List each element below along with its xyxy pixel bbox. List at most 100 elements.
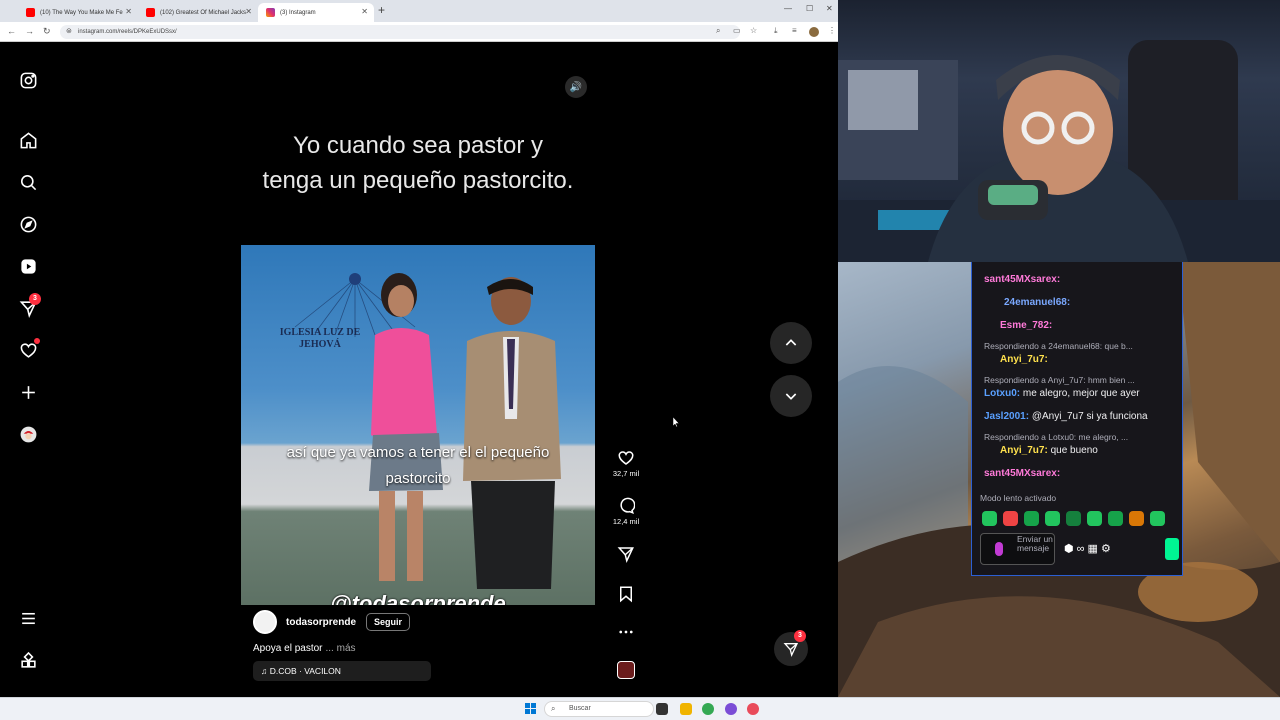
webcam-scene: [838, 40, 1280, 262]
messages-icon: [783, 643, 799, 657]
like-action[interactable]: 32,7 mil: [606, 449, 646, 478]
profile-avatar[interactable]: [17, 423, 39, 445]
volume-icon[interactable]: 🔊: [565, 76, 587, 98]
emote-icon[interactable]: [1003, 511, 1018, 526]
cast-icon[interactable]: ▭: [733, 26, 741, 35]
tab-youtube-2[interactable]: (102) Greatest Of Michael Jacks ✕: [138, 3, 258, 22]
emote-icon[interactable]: [1045, 511, 1060, 526]
messages-fab[interactable]: 3: [774, 630, 808, 666]
heart-icon[interactable]: [617, 449, 635, 467]
watermark: @todasorprende: [330, 591, 506, 605]
notifications-heart-icon[interactable]: [17, 338, 40, 361]
emote-icon[interactable]: [1150, 511, 1165, 526]
emote-icon[interactable]: [1087, 511, 1102, 526]
emote-icon[interactable]: [1129, 511, 1144, 526]
tab-title: (3) Instagram: [280, 9, 316, 16]
chat-input-placeholder: Enviar un mensaje: [1017, 534, 1053, 553]
chrome-icon[interactable]: [702, 703, 714, 715]
emote-icon[interactable]: [1066, 511, 1081, 526]
audio-thumbnail[interactable]: [617, 661, 635, 679]
more-menu-icon[interactable]: [17, 607, 39, 629]
tab-youtube-1[interactable]: (10) The Way You Make Me Fe ✕: [18, 3, 138, 22]
chat-username[interactable]: Anyi_7u7:: [1000, 445, 1048, 456]
messages-icon[interactable]: 3: [17, 293, 41, 319]
audio-track[interactable]: ♫ D.COB · VACILON: [253, 661, 431, 681]
comments-count: 12,4 mil: [612, 517, 640, 526]
more-dots-icon[interactable]: [617, 623, 635, 641]
chat-message: Anyi_7u7: que bueno: [1000, 445, 1098, 456]
profile-avatar[interactable]: [809, 27, 819, 37]
tab-strip: (10) The Way You Make Me Fe ✕ (102) Grea…: [0, 0, 838, 22]
close-icon[interactable]: ✕: [245, 7, 252, 16]
video-subtitle: así que ya vamos a tener el el pequeño p…: [286, 444, 550, 487]
obs-icon[interactable]: [725, 703, 737, 715]
tab-instagram[interactable]: (3) Instagram ✕: [258, 3, 374, 22]
instagram-logo-icon[interactable]: [17, 69, 39, 91]
task-view-icon[interactable]: [656, 703, 668, 715]
taskbar-search[interactable]: ⌕ Buscar: [544, 701, 654, 717]
chat-username[interactable]: Jasl2001:: [984, 411, 1029, 422]
file-explorer-icon[interactable]: [680, 703, 692, 715]
home-icon[interactable]: [17, 129, 39, 151]
bookmark-icon[interactable]: [617, 585, 635, 603]
also-from-meta-icon[interactable]: [17, 649, 39, 671]
previous-reel-button[interactable]: [770, 322, 812, 364]
chat-message-input[interactable]: Enviar un mensaje: [980, 533, 1055, 565]
windows-start-icon[interactable]: [525, 703, 536, 714]
chat-tools-icons[interactable]: ⬢ ∞ ▦ ⚙: [1064, 542, 1111, 555]
mouse-cursor-icon: [673, 417, 679, 427]
download-icon[interactable]: ⤓: [774, 26, 778, 36]
emote-icon[interactable]: [1108, 511, 1123, 526]
messages-badge: 3: [29, 293, 41, 305]
maximize-icon[interactable]: ☐: [806, 4, 813, 13]
reload-icon[interactable]: ↻: [43, 26, 51, 37]
chat-reply-context: Respondiendo a Lotxu0: me alegro, ...: [984, 432, 1129, 442]
more-options-action[interactable]: [606, 623, 646, 641]
chat-username[interactable]: Lotxu0:: [984, 388, 1020, 399]
extensions-icon[interactable]: ≡: [792, 26, 797, 35]
create-plus-icon[interactable]: [17, 381, 39, 403]
chat-username[interactable]: Anyi_7u7:: [1000, 354, 1048, 365]
more-link[interactable]: ... más: [326, 643, 356, 654]
comment-icon[interactable]: [617, 497, 635, 515]
chat-username[interactable]: Esme_782:: [984, 320, 1052, 331]
site-info-icon[interactable]: ⊜: [66, 25, 72, 39]
share-icon[interactable]: [617, 545, 635, 563]
comment-action[interactable]: 12,4 mil: [606, 497, 646, 526]
emote-icon[interactable]: [982, 511, 997, 526]
zoom-icon[interactable]: ⌕: [716, 26, 720, 36]
chat-message: Anyi_7u7:: [1000, 354, 1048, 365]
chat-username[interactable]: 24emanuel68:: [1004, 297, 1070, 308]
reel-player[interactable]: Yo cuando sea pastor y tenga un pequeño …: [241, 68, 595, 696]
microphone-icon[interactable]: [995, 542, 1003, 556]
chat-username[interactable]: sant45MXsarex:: [984, 468, 1060, 479]
menu-dots-icon[interactable]: ⋮: [828, 26, 836, 35]
author-avatar[interactable]: [253, 610, 277, 634]
emote-bar: [982, 511, 1178, 527]
follow-button[interactable]: Seguir: [366, 613, 411, 631]
close-window-icon[interactable]: ✕: [826, 4, 833, 13]
close-icon[interactable]: ✕: [125, 7, 132, 16]
explore-icon[interactable]: [17, 213, 39, 235]
save-action[interactable]: [606, 585, 646, 603]
slow-mode-notice: Modo lento activado: [980, 493, 1057, 503]
reel-author: todasorprende Seguir: [253, 610, 411, 634]
chat-username[interactable]: sant45MXsarex:: [984, 274, 1060, 285]
chat-message: sant45MXsarex:: [984, 274, 1060, 285]
reels-icon[interactable]: [17, 255, 39, 277]
emote-icon[interactable]: [1024, 511, 1039, 526]
search-icon[interactable]: [17, 171, 39, 193]
author-name[interactable]: todasorprende: [286, 617, 356, 628]
app-icon[interactable]: [747, 703, 759, 715]
minimize-icon[interactable]: —: [784, 4, 792, 13]
new-tab-icon[interactable]: +: [378, 3, 385, 17]
share-action[interactable]: [606, 545, 646, 563]
chat-send-button[interactable]: [1165, 538, 1179, 560]
forward-icon[interactable]: →: [25, 26, 34, 36]
back-icon[interactable]: ←: [7, 26, 16, 36]
next-reel-button[interactable]: [770, 375, 812, 417]
windows-taskbar: ⌕ Buscar: [0, 697, 1280, 720]
close-icon[interactable]: ✕: [361, 7, 368, 16]
bookmark-star-icon[interactable]: ☆: [750, 26, 757, 35]
url-field[interactable]: ⊜ instagram.com/reels/DPKeExUDSsx/: [60, 25, 740, 39]
